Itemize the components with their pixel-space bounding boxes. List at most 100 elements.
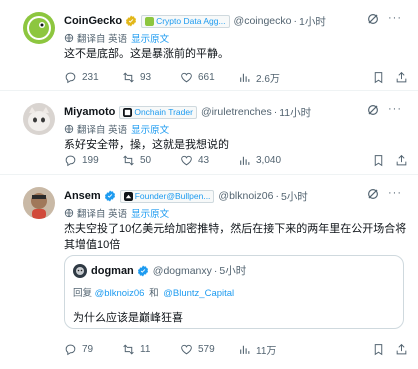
like-button[interactable]: 661 bbox=[180, 71, 238, 84]
tweet-text: 杰夫空投了10亿美元给加密推特，然后在接下来的两年里在公开场合将其增值10倍 bbox=[64, 223, 407, 251]
verified-icon bbox=[137, 265, 148, 276]
grok-icon[interactable] bbox=[366, 12, 380, 26]
avatar[interactable] bbox=[23, 103, 55, 135]
replying-to: 回复 @blknoiz06 和 @Bluntz_Capital bbox=[73, 285, 234, 299]
share-icon[interactable] bbox=[395, 154, 408, 167]
retweet-button[interactable]: 50 bbox=[122, 154, 180, 167]
affiliation-badge[interactable]: Founder@Bullpen... bbox=[119, 189, 215, 203]
heart-icon bbox=[181, 344, 192, 354]
views-chart-icon bbox=[240, 156, 250, 165]
author-name[interactable]: Ansem bbox=[64, 190, 101, 202]
grok-icon[interactable] bbox=[366, 103, 380, 117]
avatar[interactable] bbox=[23, 12, 55, 44]
tweet-text: 这不是底部。这是暴涨前的平静。 bbox=[64, 48, 229, 60]
reply-mention-1[interactable]: @blknoiz06 bbox=[95, 288, 145, 299]
affiliation-label: Onchain Trader bbox=[134, 107, 193, 117]
bookmark-icon[interactable] bbox=[372, 71, 385, 84]
reply-and: 和 bbox=[149, 288, 159, 299]
views-chart-icon bbox=[240, 345, 250, 354]
verified-gold-icon bbox=[126, 15, 137, 27]
more-options-icon[interactable]: ··· bbox=[388, 13, 402, 24]
retweet-button[interactable]: 11 bbox=[122, 343, 180, 356]
retweet-button[interactable]: 93 bbox=[122, 71, 180, 84]
timestamp[interactable]: 5小时 bbox=[281, 189, 308, 204]
views-chart-icon bbox=[240, 73, 250, 82]
view-count: 3,040 bbox=[256, 154, 282, 166]
show-original-link[interactable]: 显示原文 bbox=[131, 122, 169, 136]
affiliation-logo-icon bbox=[123, 191, 133, 201]
retweet-icon bbox=[123, 154, 134, 166]
quoted-author-name[interactable]: dogman bbox=[91, 265, 134, 277]
avatar[interactable] bbox=[23, 187, 55, 219]
timestamp[interactable]: 11小时 bbox=[279, 105, 311, 120]
reply-button[interactable]: 231 bbox=[64, 71, 122, 84]
verified-icon bbox=[104, 190, 115, 202]
affiliation-label: Founder@Bullpen... bbox=[134, 191, 211, 201]
author-handle[interactable]: @iruletrenches bbox=[201, 106, 272, 118]
retweet-icon bbox=[123, 343, 134, 355]
view-count: 11万 bbox=[256, 345, 277, 357]
reply-button[interactable]: 79 bbox=[64, 343, 122, 356]
reply-count: 231 bbox=[82, 71, 99, 83]
affiliation-badge[interactable]: Onchain Trader bbox=[119, 105, 197, 119]
tweet-ansem[interactable]: Ansem Founder@Bullpen... @blknoiz06 · 5小… bbox=[0, 175, 418, 369]
more-options-icon[interactable]: ··· bbox=[388, 104, 402, 115]
like-button[interactable]: 579 bbox=[180, 343, 238, 356]
views-button[interactable]: 11万 bbox=[238, 342, 296, 357]
more-options-icon[interactable]: ··· bbox=[388, 188, 402, 199]
reply-count: 79 bbox=[82, 343, 94, 355]
globe-icon bbox=[64, 124, 74, 134]
grok-icon[interactable] bbox=[366, 187, 380, 201]
bookmark-icon[interactable] bbox=[372, 154, 385, 167]
globe-icon bbox=[64, 208, 74, 218]
author-name[interactable]: Miyamoto bbox=[64, 106, 115, 118]
quoted-avatar[interactable] bbox=[73, 263, 87, 278]
affiliation-logo-icon bbox=[145, 16, 155, 26]
view-count: 2.6万 bbox=[256, 73, 280, 85]
heart-icon bbox=[181, 72, 192, 82]
retweet-icon bbox=[123, 71, 134, 83]
reply-icon bbox=[65, 155, 76, 166]
author-handle[interactable]: @blknoiz06 bbox=[218, 190, 273, 202]
like-count: 579 bbox=[198, 343, 215, 355]
reply-count: 199 bbox=[82, 154, 99, 166]
globe-icon bbox=[64, 33, 74, 43]
quoted-text: 为什么应该是巅峰狂喜 bbox=[73, 312, 183, 324]
views-button[interactable]: 3,040 bbox=[238, 154, 296, 167]
author-name[interactable]: CoinGecko bbox=[64, 15, 122, 27]
reply-icon bbox=[65, 344, 76, 355]
affiliation-label: Crypto Data Agg... bbox=[156, 16, 226, 26]
translated-from-label: 翻译自 英语 bbox=[77, 34, 128, 45]
author-handle[interactable]: @coingecko bbox=[234, 15, 292, 27]
reply-prefix: 回复 bbox=[73, 288, 93, 299]
share-icon[interactable] bbox=[395, 71, 408, 84]
tweet-coingecko[interactable]: CoinGecko Crypto Data Agg... @coingecko … bbox=[0, 0, 418, 91]
affiliation-logo-icon bbox=[123, 107, 133, 117]
show-original-link[interactable]: 显示原文 bbox=[131, 31, 169, 45]
share-icon[interactable] bbox=[395, 343, 408, 356]
retweet-count: 11 bbox=[140, 343, 151, 355]
retweet-count: 93 bbox=[140, 71, 152, 83]
affiliation-badge[interactable]: Crypto Data Agg... bbox=[141, 14, 230, 28]
quoted-tweet[interactable]: dogman @dogmanxy · 5小时 回复 @blknoiz06 和 @… bbox=[64, 255, 404, 329]
heart-icon bbox=[181, 155, 192, 165]
reply-icon bbox=[65, 72, 76, 83]
separator: · bbox=[213, 264, 218, 277]
tweet-text: 系好安全带，操，这就是我想说的 bbox=[64, 139, 229, 151]
views-button[interactable]: 2.6万 bbox=[238, 70, 296, 85]
bookmark-icon[interactable] bbox=[372, 343, 385, 356]
reply-button[interactable]: 199 bbox=[64, 154, 122, 167]
separator: · bbox=[273, 106, 278, 118]
quoted-timestamp[interactable]: 5小时 bbox=[219, 263, 246, 278]
timestamp[interactable]: 1小时 bbox=[299, 14, 326, 29]
separator: · bbox=[293, 15, 297, 27]
quoted-author-handle[interactable]: @dogmanxy bbox=[153, 265, 212, 277]
reply-mention-2[interactable]: @Bluntz_Capital bbox=[163, 288, 234, 299]
show-original-link[interactable]: 显示原文 bbox=[131, 206, 169, 220]
like-count: 43 bbox=[198, 154, 210, 166]
translated-from-label: 翻译自 英语 bbox=[77, 125, 128, 136]
like-button[interactable]: 43 bbox=[180, 154, 238, 167]
tweet-miyamoto[interactable]: Miyamoto Onchain Trader @iruletrenches ·… bbox=[0, 91, 418, 175]
retweet-count: 50 bbox=[140, 154, 152, 166]
like-count: 661 bbox=[198, 71, 215, 83]
